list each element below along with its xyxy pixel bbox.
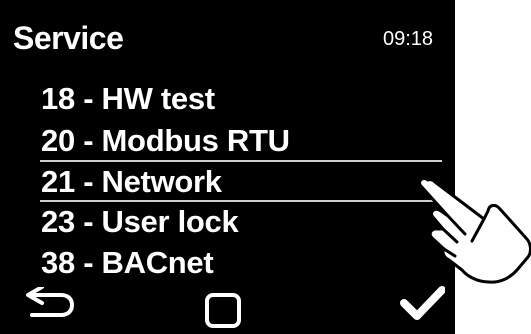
selection-top-line xyxy=(40,160,442,162)
checkmark-icon xyxy=(400,286,446,320)
menu-item-network[interactable]: 21 - Network xyxy=(41,165,222,199)
service-menu: 18 - HW test 20 - Modbus RTU 21 - Networ… xyxy=(0,0,455,290)
selection-bottom-line xyxy=(40,200,442,202)
menu-item-user-lock[interactable]: 23 - User lock xyxy=(41,205,239,239)
menu-item-modbus-rtu[interactable]: 20 - Modbus RTU xyxy=(41,124,290,158)
pointing-hand-icon xyxy=(418,177,531,284)
back-arrow-icon xyxy=(26,285,74,317)
device-screen: Service 09:18 18 - HW test 20 - Modbus R… xyxy=(0,0,455,334)
menu-item-hw-test[interactable]: 18 - HW test xyxy=(41,82,215,116)
home-button[interactable] xyxy=(204,292,242,329)
square-home-icon xyxy=(205,293,241,328)
back-button[interactable] xyxy=(25,285,75,317)
confirm-button[interactable] xyxy=(400,286,446,321)
menu-item-bacnet[interactable]: 38 - BACnet xyxy=(41,246,214,280)
